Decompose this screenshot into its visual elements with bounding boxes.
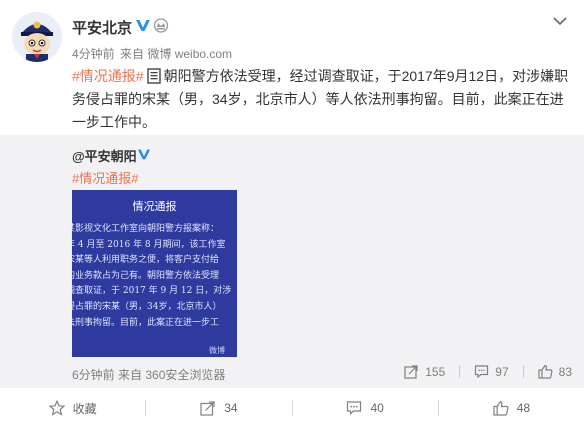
divider — [459, 365, 461, 378]
repost-share-button[interactable]: 155 — [404, 364, 445, 379]
image-watermark: 微博 — [209, 346, 225, 355]
share-icon — [200, 401, 215, 416]
topic-tag[interactable]: #情况通报# — [72, 68, 144, 84]
post-text: #情况通报# 朝阳警方依法受理，经过调查取证，于2017年9月12日，对涉嫌职务侵… — [72, 65, 572, 134]
repost-button[interactable]: 34 — [146, 400, 291, 416]
divider — [522, 365, 524, 378]
post-time[interactable]: 4分钟前 — [72, 47, 115, 61]
comment-count: 40 — [370, 401, 384, 415]
thumbs-up-icon — [493, 400, 509, 416]
repost-comment-count: 97 — [495, 364, 509, 379]
like-button[interactable]: 48 — [439, 400, 584, 416]
document-icon — [146, 68, 161, 84]
repost-card: @平安朝阳 #情况通报# 情况通报 某影视文化工作室向朝阳警方报案称： 年 4 … — [0, 135, 584, 388]
repost-actions: 155 97 83 — [404, 364, 572, 379]
member-level-icon[interactable] — [153, 18, 169, 33]
repost-author[interactable]: @平安朝阳 — [72, 146, 137, 165]
action-bar: 收藏 34 40 48 — [0, 392, 584, 424]
comment-icon — [347, 401, 362, 416]
share-icon — [404, 365, 418, 379]
repost-like-button[interactable]: 83 — [538, 364, 572, 379]
thumbs-up-icon — [538, 364, 553, 379]
post-meta: 4分钟前 来自 微博 weibo.com — [72, 45, 232, 62]
repost-like-count: 83 — [558, 364, 572, 379]
star-icon — [48, 400, 65, 416]
author-name[interactable]: 平安北京 — [72, 17, 132, 38]
favorite-label: 收藏 — [72, 401, 97, 416]
notice-image-title: 情况通报 — [132, 200, 177, 213]
comment-button[interactable]: 40 — [293, 400, 438, 416]
repost-count: 34 — [224, 401, 238, 415]
notice-image-text: 某影视文化工作室向朝阳警方报案称： 年 4 月至 2016 年 8 月期间，该工… — [72, 224, 232, 328]
like-count: 48 — [516, 401, 531, 415]
avatar[interactable] — [12, 12, 62, 62]
verified-badge-icon — [135, 17, 151, 33]
repost-meta[interactable]: 6分钟前 来自 360安全浏览器 — [72, 366, 225, 383]
post-source[interactable]: 来自 微博 weibo.com — [120, 47, 232, 61]
repost-comment-button[interactable]: 97 — [474, 364, 509, 379]
notice-image[interactable]: 情况通报 某影视文化工作室向朝阳警方报案称： 年 4 月至 2016 年 8 月… — [72, 190, 237, 357]
repost-share-count: 155 — [425, 364, 446, 379]
chevron-down-icon[interactable] — [552, 13, 568, 29]
verified-badge-icon — [137, 147, 151, 161]
comment-icon — [475, 365, 489, 379]
favorite-button[interactable]: 收藏 — [0, 400, 145, 417]
repost-topic-tag[interactable]: #情况通报# — [72, 168, 138, 187]
